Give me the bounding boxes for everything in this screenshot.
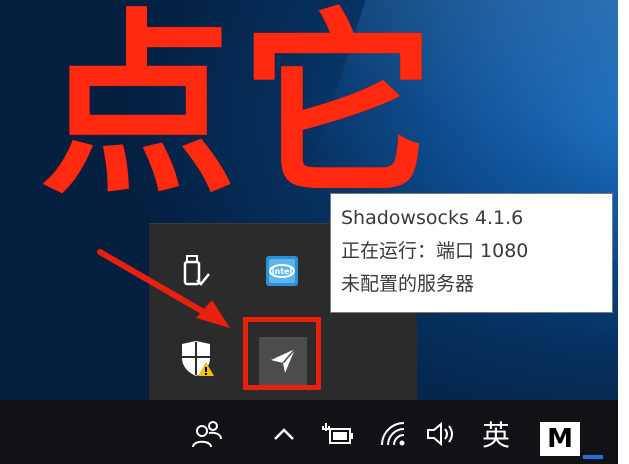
chevron-up-icon[interactable]	[268, 414, 300, 454]
tooltip-status: 正在运行：端口 1080	[341, 240, 529, 262]
notification-corner-accent	[583, 455, 603, 459]
taskbar: 英 M	[0, 400, 618, 464]
tooltip-app-version: Shadowsocks 4.1.6	[341, 207, 524, 229]
m-app-icon[interactable]: M	[540, 422, 580, 456]
shadowsocks-tooltip: Shadowsocks 4.1.6 正在运行：端口 1080 未配置的服务器	[330, 193, 613, 313]
m-app-label: M	[547, 424, 573, 454]
desktop-background: 点它 intel Shadowsocks 4.1.6 正在运行：端口 1080 …	[0, 0, 618, 464]
volume-icon[interactable]	[420, 414, 464, 454]
wifi-icon[interactable]	[378, 414, 410, 454]
screenshot-border	[618, 0, 629, 464]
tooltip-server-status: 未配置的服务器	[341, 273, 475, 295]
input-method-indicator[interactable]: 英	[476, 414, 516, 454]
battery-charging-icon[interactable]	[318, 414, 358, 454]
people-icon[interactable]	[185, 414, 229, 454]
